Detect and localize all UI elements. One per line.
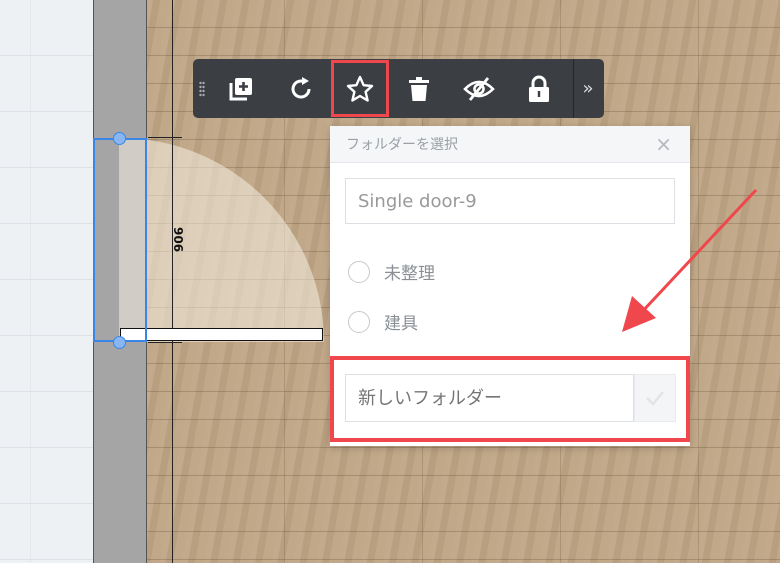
annotation-arrow [622, 188, 758, 332]
